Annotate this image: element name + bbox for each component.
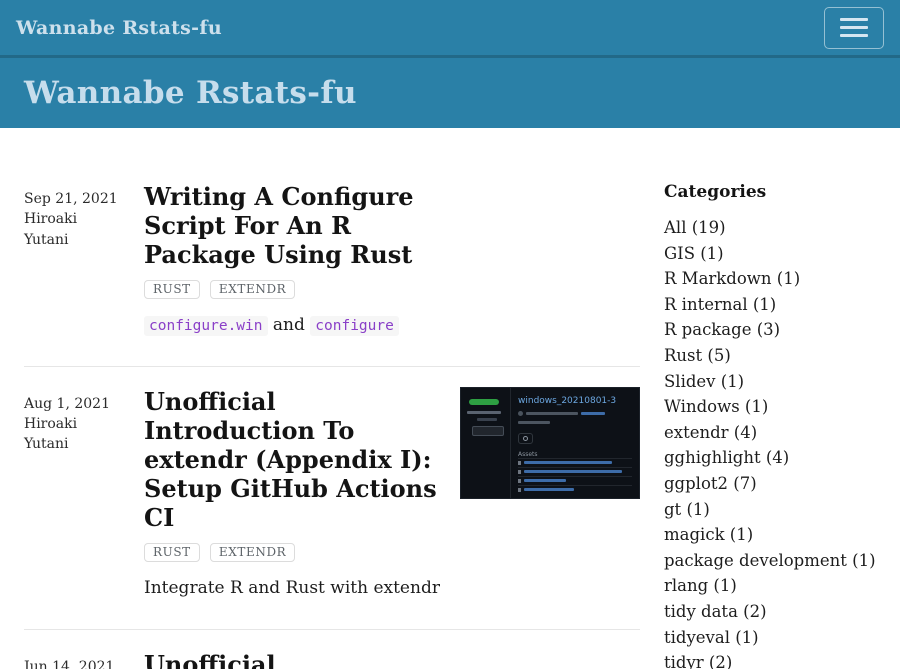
category-ggplot2[interactable]: ggplot2 (7): [664, 471, 876, 497]
post-item-3: Jun 14, 2021 Hiroaki Yutani Unofficial I…: [24, 650, 640, 669]
page-title: Wannabe Rstats-fu: [24, 75, 357, 111]
post-title-link[interactable]: Writing A Configure Script For An R Pack…: [144, 182, 444, 269]
description-text: and: [268, 315, 311, 335]
menu-icon: [840, 34, 868, 37]
category-extendr[interactable]: extendr (4): [664, 420, 876, 446]
post-date: Sep 21, 2021: [24, 189, 144, 209]
post-title-link[interactable]: Unofficial Introduction To extendr (Appe…: [144, 387, 444, 532]
thumbnail-body: windows_20210801-3 Assets: [511, 388, 639, 498]
post-thumbnail-github-release[interactable]: windows_20210801-3 Assets: [460, 387, 640, 499]
menu-icon: [840, 26, 868, 29]
post-author: Yutani: [24, 434, 144, 454]
byline-text: [526, 412, 578, 415]
reaction-button: [518, 433, 533, 444]
inline-code: configure: [310, 316, 399, 336]
run-id-text: [518, 421, 550, 424]
file-icon: [518, 470, 521, 474]
release-byline: [518, 411, 632, 416]
category-r-internal[interactable]: R internal (1): [664, 292, 876, 318]
tag-list: RUST EXTENDR: [144, 278, 444, 299]
site-header: Wannabe Rstats-fu: [0, 58, 900, 128]
category-all[interactable]: All (19): [664, 215, 876, 241]
post-body: Unofficial Introduction To extendr (Appe…: [144, 387, 444, 601]
post-meta: Aug 1, 2021 Hiroaki Yutani: [24, 387, 144, 601]
thumbnail-sidebar: [461, 388, 511, 498]
release-title: windows_20210801-3: [518, 396, 632, 406]
post-meta: Jun 14, 2021 Hiroaki Yutani: [24, 650, 144, 669]
tag-rust[interactable]: RUST: [144, 543, 200, 562]
category-windows[interactable]: Windows (1): [664, 394, 876, 420]
release-tag-line: [467, 411, 501, 414]
asset-link-row: [518, 485, 632, 494]
post-date: Aug 1, 2021: [24, 394, 144, 414]
category-rlang[interactable]: rlang (1): [664, 573, 876, 599]
post-title-link[interactable]: Unofficial Introduction To extendr (3): …: [144, 650, 444, 669]
post-divider: [24, 366, 640, 367]
menu-icon: [840, 18, 868, 21]
post-list: Sep 21, 2021 Hiroaki Yutani Writing A Co…: [24, 182, 640, 669]
post-item-1: Sep 21, 2021 Hiroaki Yutani Writing A Co…: [24, 182, 640, 338]
category-magick[interactable]: magick (1): [664, 522, 876, 548]
asset-link: [524, 470, 622, 473]
post-description: configure.win and configure: [144, 313, 444, 338]
tag-rust[interactable]: RUST: [144, 280, 200, 299]
hamburger-menu-button[interactable]: [824, 7, 884, 49]
inline-code: configure.win: [144, 316, 268, 336]
post-item-2: Aug 1, 2021 Hiroaki Yutani Unofficial In…: [24, 387, 640, 601]
file-icon: [518, 488, 521, 492]
category-package-development[interactable]: package development (1): [664, 548, 876, 574]
asset-link-row: [518, 476, 632, 485]
navbar-brand-link[interactable]: Wannabe Rstats-fu: [16, 17, 222, 39]
post-meta: Sep 21, 2021 Hiroaki Yutani: [24, 182, 144, 338]
asset-link: [524, 461, 612, 464]
post-author: Hiroaki: [24, 414, 144, 434]
asset-link-row: [518, 458, 632, 467]
category-r-markdown[interactable]: R Markdown (1): [664, 266, 876, 292]
category-rust[interactable]: Rust (5): [664, 343, 876, 369]
category-gt[interactable]: gt (1): [664, 497, 876, 523]
post-body: Unofficial Introduction To extendr (3): …: [144, 650, 444, 669]
file-icon: [518, 479, 521, 483]
top-navbar: Wannabe Rstats-fu: [0, 0, 900, 58]
category-list: All (19) GIS (1) R Markdown (1) R intern…: [664, 215, 876, 669]
category-tidy-data[interactable]: tidy data (2): [664, 599, 876, 625]
post-body: Writing A Configure Script For An R Pack…: [144, 182, 444, 338]
post-description: Integrate R and Rust with extendr: [144, 576, 444, 601]
category-r-package[interactable]: R package (3): [664, 317, 876, 343]
categories-heading: Categories: [664, 182, 876, 202]
file-icon: [518, 461, 521, 465]
compare-button: [472, 426, 504, 436]
category-gghighlight[interactable]: gghighlight (4): [664, 445, 876, 471]
category-tidyr[interactable]: tidyr (2): [664, 650, 876, 669]
avatar: [518, 411, 523, 416]
tag-extendr[interactable]: EXTENDR: [210, 280, 295, 299]
commit-hash-line: [477, 418, 497, 421]
categories-sidebar: Categories All (19) GIS (1) R Markdown (…: [664, 182, 876, 669]
category-tidyeval[interactable]: tidyeval (1): [664, 625, 876, 651]
tag-list: RUST EXTENDR: [144, 541, 444, 562]
assets-label: Assets: [518, 451, 632, 458]
tag-extendr[interactable]: EXTENDR: [210, 543, 295, 562]
post-author: Yutani: [24, 230, 144, 250]
post-date: Jun 14, 2021: [24, 657, 144, 669]
post-divider: [24, 629, 640, 630]
asset-link: [524, 479, 566, 482]
category-gis[interactable]: GIS (1): [664, 241, 876, 267]
post-author: Hiroaki: [24, 209, 144, 229]
smiley-icon: [523, 436, 528, 441]
latest-release-badge: [469, 399, 499, 405]
asset-link-row: [518, 467, 632, 476]
main-content: Sep 21, 2021 Hiroaki Yutani Writing A Co…: [0, 128, 900, 669]
category-slidev[interactable]: Slidev (1): [664, 369, 876, 395]
asset-link: [524, 488, 574, 491]
byline-link: [581, 412, 605, 415]
